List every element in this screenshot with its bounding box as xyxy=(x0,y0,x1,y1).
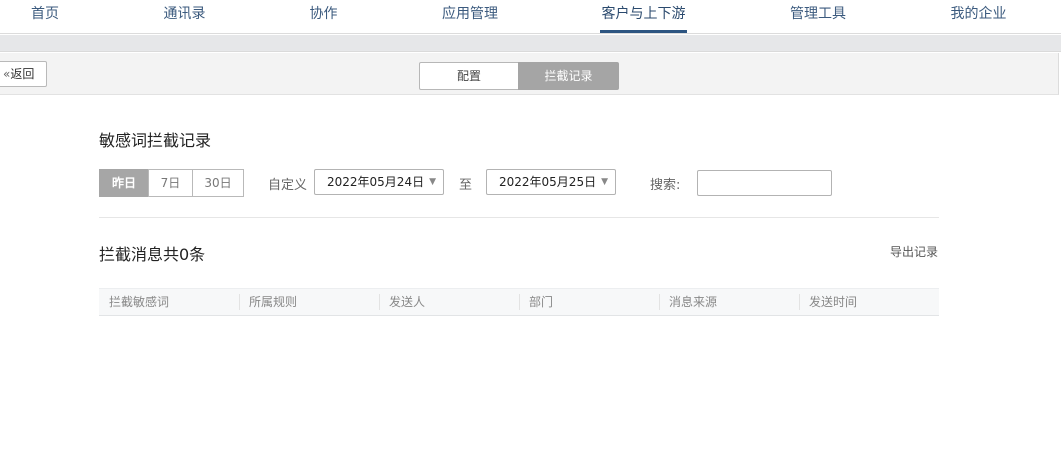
nav-item-customers-upstream-downstream[interactable]: 客户与上下游 xyxy=(600,0,687,34)
column-header-department: 部门 xyxy=(519,289,659,315)
nav-item-home[interactable]: 首页 xyxy=(31,0,59,34)
tab-intercept-records[interactable]: 拦截记录 xyxy=(518,62,619,90)
range-yesterday-button[interactable]: 昨日 xyxy=(99,169,149,197)
dropdown-caret-icon: ▼ xyxy=(601,177,608,187)
nav-item-app-management[interactable]: 应用管理 xyxy=(442,0,498,34)
back-button-label: 返回 xyxy=(10,67,35,81)
nav-item-management-tools[interactable]: 管理工具 xyxy=(789,0,847,34)
export-records-link[interactable]: 导出记录 xyxy=(890,243,938,260)
header-separator xyxy=(0,35,1061,52)
column-header-sender: 发送人 xyxy=(379,289,519,315)
tab-config[interactable]: 配置 xyxy=(419,62,519,90)
page-title: 敏感词拦截记录 xyxy=(99,131,212,150)
column-header-message-source: 消息来源 xyxy=(659,289,799,315)
column-header-send-time: 发送时间 xyxy=(799,289,939,315)
records-table-header: 拦截敏感词 所属规则 发送人 部门 消息来源 发送时间 xyxy=(99,288,939,316)
nav-item-my-company[interactable]: 我的企业 xyxy=(950,0,1007,34)
range-7-days-button[interactable]: 7日 xyxy=(148,169,193,197)
column-header-sensitive-word: 拦截敏感词 xyxy=(109,295,170,309)
intercept-count-title: 拦截消息共0条 xyxy=(99,245,206,264)
date-range-separator: 至 xyxy=(459,178,473,193)
end-date-value: 2022年05月25日 xyxy=(499,175,597,189)
end-date-picker[interactable]: 2022年05月25日 ▼ xyxy=(486,169,616,195)
back-button[interactable]: «返回 xyxy=(0,61,47,87)
column-header-rule: 所属规则 xyxy=(239,289,379,315)
start-date-picker[interactable]: 2022年05月24日 ▼ xyxy=(314,169,444,195)
section-divider xyxy=(99,217,939,218)
range-30-days-button[interactable]: 30日 xyxy=(192,169,244,197)
dropdown-caret-icon: ▼ xyxy=(429,177,436,187)
top-nav: 首页 通讯录 协作 应用管理 客户与上下游 管理工具 我的企业 xyxy=(0,0,1061,34)
sub-header-bar: «返回 配置 拦截记录 xyxy=(0,53,1059,95)
search-label: 搜索: xyxy=(650,178,681,193)
start-date-value: 2022年05月24日 xyxy=(327,175,425,189)
search-input[interactable] xyxy=(697,170,832,196)
nav-item-collaboration[interactable]: 协作 xyxy=(309,0,338,34)
nav-item-contacts[interactable]: 通讯录 xyxy=(163,0,206,34)
custom-range-label: 自定义 xyxy=(268,178,308,193)
